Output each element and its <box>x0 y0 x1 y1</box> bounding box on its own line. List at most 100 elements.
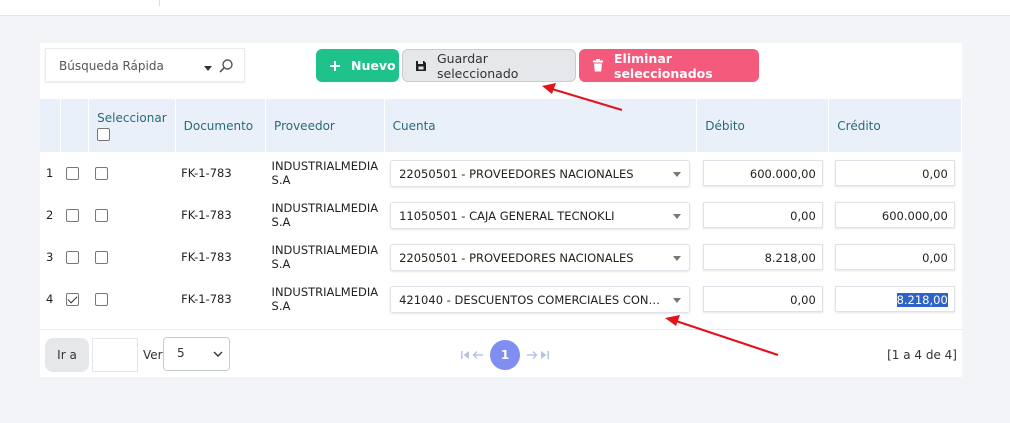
delete-selected-button[interactable]: Eliminar seleccionados <box>579 49 759 82</box>
debit-cell: 8.218,00 <box>697 236 829 278</box>
debit-cell: 0,00 <box>697 194 829 236</box>
provider-cell: INDUSTRIALMEDIA S.A <box>266 278 385 320</box>
provider-name: INDUSTRIALMEDIA <box>271 159 379 173</box>
plus-icon <box>329 60 341 72</box>
row-select-cell <box>89 194 175 236</box>
credit-input[interactable]: 0,00 <box>834 244 955 270</box>
provider-suffix: S.A <box>271 173 291 187</box>
debit-input[interactable]: 0,00 <box>702 286 823 312</box>
row-select-checkbox[interactable] <box>94 293 108 306</box>
credit-input[interactable]: 0,00 <box>834 160 955 186</box>
document-cell: FK-1-783 <box>181 166 232 180</box>
caret-down-icon[interactable] <box>204 66 212 71</box>
account-value: 22050501 - PROVEEDORES NACIONALES <box>399 166 634 181</box>
row-number: 2 <box>46 208 54 222</box>
row-select-checkbox[interactable] <box>94 209 108 222</box>
save-selected-button[interactable]: Guardar seleccionado <box>402 49 576 82</box>
next-page-icon[interactable] <box>526 350 538 360</box>
header-provider[interactable]: Proveedor <box>265 99 385 152</box>
account-select[interactable]: 22050501 - PROVEEDORES NACIONALES <box>390 243 691 271</box>
header-document[interactable]: Documento <box>175 99 267 152</box>
row-select-checkbox[interactable] <box>94 251 108 264</box>
row-select-checkbox[interactable] <box>94 167 108 180</box>
credit-input-selected-text: 8.218,00 <box>896 293 948 307</box>
grid-panel: Búsqueda Rápida Nuevo Guardar selecciona… <box>40 43 962 377</box>
row-checkbox[interactable] <box>66 209 80 222</box>
debit-cell: 600.000,00 <box>697 152 829 194</box>
row-check-cell <box>60 236 88 278</box>
debit-input[interactable]: 600.000,00 <box>702 160 823 186</box>
provider-cell: INDUSTRIALMEDIA S.A <box>266 236 385 278</box>
header-debit[interactable]: Débito <box>696 99 830 152</box>
quick-search[interactable]: Búsqueda Rápida <box>45 48 245 82</box>
account-value: 421040 - DESCUENTOS COMERCIALES CONDICIO… <box>399 292 690 307</box>
row-number: 4 <box>46 292 54 306</box>
row-check-cell <box>60 194 88 236</box>
account-value: 11050501 - CAJA GENERAL TECNOKLI <box>399 208 615 223</box>
select-all-checkbox[interactable] <box>97 127 111 141</box>
row-checkbox-checked[interactable] <box>66 293 80 306</box>
top-tab-bar <box>0 0 1010 16</box>
document-cell: FK-1-783 <box>181 250 232 264</box>
credit-cell: 0,00 <box>829 236 962 278</box>
current-page-button[interactable]: 1 <box>490 340 520 370</box>
provider-cell: INDUSTRIALMEDIA S.A <box>266 152 385 194</box>
delete-button-label: Eliminar seleccionados <box>614 50 713 81</box>
credit-cell: 8.218,00 <box>829 278 962 320</box>
floppy-disk-icon <box>415 60 427 72</box>
page-size-select[interactable]: 5 <box>163 337 230 371</box>
goto-page-input[interactable] <box>92 338 138 372</box>
debit-input[interactable]: 8.218,00 <box>702 244 823 270</box>
provider-name: INDUSTRIALMEDIA <box>271 285 379 299</box>
document-cell: FK-1-783 <box>181 292 232 306</box>
account-cell: 421040 - DESCUENTOS COMERCIALES CONDICIO… <box>384 278 697 320</box>
goto-page-button[interactable]: Ir a <box>45 338 89 372</box>
provider-suffix: S.A <box>271 299 291 313</box>
provider-name: INDUSTRIALMEDIA <box>271 243 379 257</box>
account-cell: 22050501 - PROVEEDORES NACIONALES <box>384 236 697 278</box>
account-cell: 22050501 - PROVEEDORES NACIONALES <box>384 152 697 194</box>
new-button[interactable]: Nuevo <box>316 49 399 82</box>
first-page-icon[interactable] <box>460 350 470 360</box>
row-number: 3 <box>46 250 54 264</box>
row-number: 1 <box>46 166 54 180</box>
row-select-cell <box>89 152 175 194</box>
table-row: 4 FK-1-783 INDUSTRIALMEDIA S.A 421040 - D… <box>40 278 962 320</box>
row-checkbox[interactable] <box>66 251 80 264</box>
account-cell: 11050501 - CAJA GENERAL TECNOKLI <box>384 194 697 236</box>
credit-input[interactable]: 8.218,00 <box>834 286 955 312</box>
table-row: 1 FK-1-783 INDUSTRIALMEDIA S.A 22050501 -… <box>40 152 962 194</box>
page-size-label: Ver <box>143 348 163 362</box>
table-row: 3 FK-1-783 INDUSTRIALMEDIA S.A 22050501 -… <box>40 236 962 278</box>
provider-suffix: S.A <box>271 215 291 229</box>
row-checkbox[interactable] <box>66 167 80 180</box>
account-select[interactable]: 421040 - DESCUENTOS COMERCIALES CONDICIO… <box>390 285 691 313</box>
chevron-down-icon <box>213 351 223 357</box>
header-credit[interactable]: Crédito <box>828 99 962 152</box>
trash-icon <box>592 59 604 72</box>
table-header-row: Seleccionar Documento Proveedor Cuenta D… <box>40 99 962 152</box>
search-icon[interactable] <box>218 58 234 74</box>
credit-cell: 0,00 <box>829 152 962 194</box>
active-tab[interactable] <box>0 0 160 6</box>
header-account[interactable]: Cuenta <box>384 99 698 152</box>
credit-input[interactable]: 600.000,00 <box>834 202 955 228</box>
pagination-bar: Ir a Ver 5 1 [1 a 4 de 4] <box>40 329 962 377</box>
page-size-value: 5 <box>177 346 185 360</box>
debit-cell: 0,00 <box>697 278 829 320</box>
account-select[interactable]: 22050501 - PROVEEDORES NACIONALES <box>390 159 691 187</box>
last-page-icon[interactable] <box>540 350 550 360</box>
previous-page-icon[interactable] <box>472 350 484 360</box>
header-select: Seleccionar <box>88 99 176 152</box>
row-select-cell <box>89 236 175 278</box>
debit-input[interactable]: 0,00 <box>702 202 823 228</box>
provider-cell: INDUSTRIALMEDIA S.A <box>266 194 385 236</box>
chevron-down-icon <box>673 213 682 219</box>
row-check-cell <box>60 152 88 194</box>
header-row-number <box>40 99 61 152</box>
table-row: 2 FK-1-783 INDUSTRIALMEDIA S.A 11050501 -… <box>40 194 962 236</box>
save-button-label: Guardar seleccionado <box>437 50 519 81</box>
chevron-down-icon <box>673 171 682 177</box>
pager: 1 <box>460 340 550 370</box>
account-select[interactable]: 11050501 - CAJA GENERAL TECNOKLI <box>390 201 691 229</box>
